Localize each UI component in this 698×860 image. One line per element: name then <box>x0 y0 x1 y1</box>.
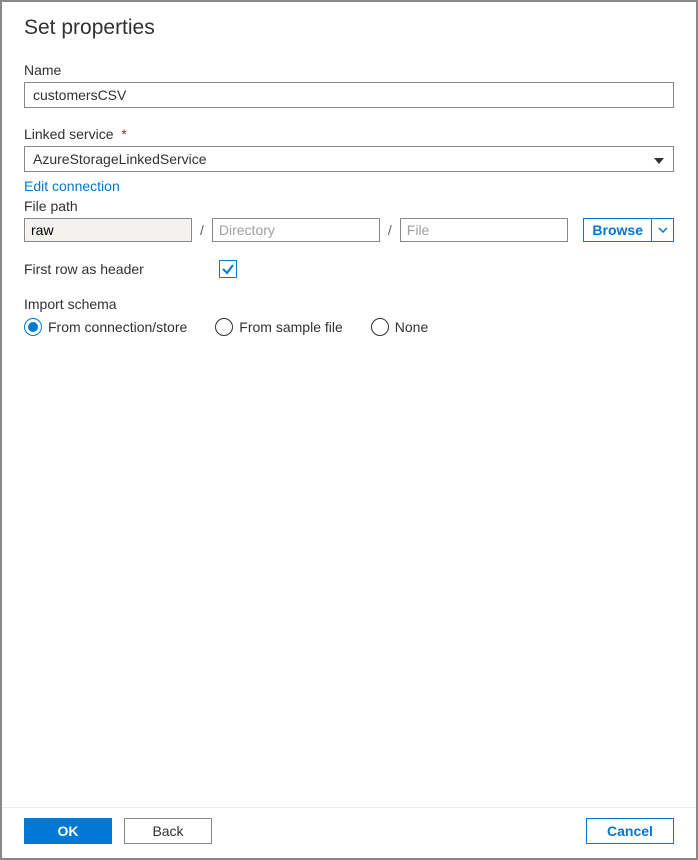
directory-input[interactable] <box>212 218 380 242</box>
browse-button[interactable]: Browse <box>583 218 652 242</box>
content-area: Set properties Name Linked service * Edi… <box>2 2 696 807</box>
name-input[interactable] <box>24 82 674 108</box>
first-row-header-row: First row as header <box>24 260 674 278</box>
browse-group: Browse <box>583 218 674 242</box>
radio-label: From sample file <box>239 319 342 335</box>
first-row-header-label: First row as header <box>24 261 219 277</box>
radio-label: From connection/store <box>48 319 187 335</box>
file-input[interactable] <box>400 218 568 242</box>
radio-icon <box>215 318 233 336</box>
back-button[interactable]: Back <box>124 818 212 844</box>
cancel-button[interactable]: Cancel <box>586 818 674 844</box>
radio-icon <box>24 318 42 336</box>
radio-from-connection[interactable]: From connection/store <box>24 318 187 336</box>
edit-connection-link[interactable]: Edit connection <box>24 178 120 194</box>
file-path-field: File path / / Browse <box>24 198 674 242</box>
footer: OK Back Cancel <box>2 807 696 858</box>
path-separator: / <box>200 222 204 238</box>
linked-service-select[interactable] <box>24 146 674 172</box>
ok-button[interactable]: OK <box>24 818 112 844</box>
linked-service-label: Linked service * <box>24 126 674 142</box>
import-schema-field: Import schema From connection/store From… <box>24 296 674 336</box>
set-properties-panel: Set properties Name Linked service * Edi… <box>0 0 698 860</box>
radio-label: None <box>395 319 428 335</box>
browse-dropdown-button[interactable] <box>652 218 674 242</box>
name-label: Name <box>24 62 674 78</box>
linked-service-label-text: Linked service <box>24 126 114 142</box>
radio-from-sample-file[interactable]: From sample file <box>215 318 342 336</box>
first-row-header-checkbox[interactable] <box>219 260 237 278</box>
linked-service-select-wrap <box>24 146 674 172</box>
file-path-label: File path <box>24 198 674 214</box>
page-title: Set properties <box>24 16 674 40</box>
path-separator: / <box>388 222 392 238</box>
name-field: Name <box>24 62 674 108</box>
file-path-row: / / Browse <box>24 218 674 242</box>
import-schema-label: Import schema <box>24 296 674 312</box>
radio-none[interactable]: None <box>371 318 428 336</box>
radio-icon <box>371 318 389 336</box>
check-icon <box>221 262 235 276</box>
import-schema-options: From connection/store From sample file N… <box>24 318 674 336</box>
chevron-down-icon <box>658 227 668 233</box>
linked-service-field: Linked service * Edit connection <box>24 126 674 194</box>
container-input[interactable] <box>24 218 192 242</box>
required-asterisk: * <box>121 126 126 142</box>
